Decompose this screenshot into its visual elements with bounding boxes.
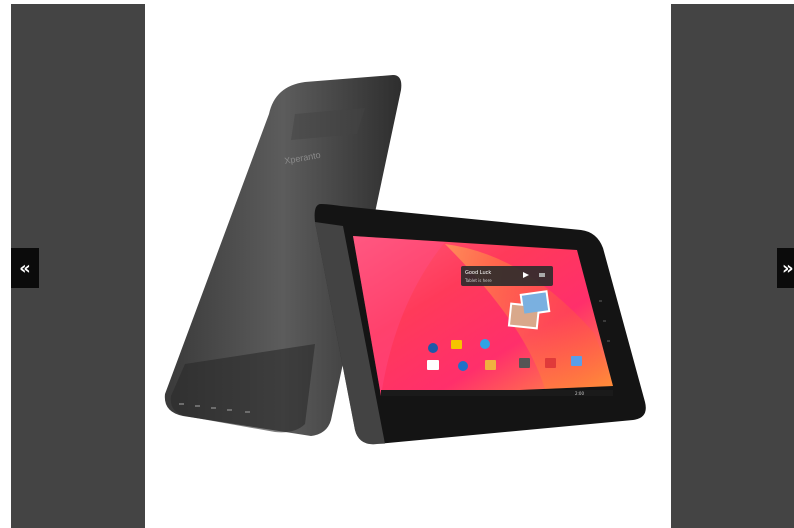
gallery-next-button[interactable]: » <box>777 248 794 288</box>
tablet-product-image: Xperanto Good Luck Tablet is here 2:00 <box>164 75 646 445</box>
tablet-front: Good Luck Tablet is here 2:00 <box>314 204 646 445</box>
screen-widget: Good Luck Tablet is here <box>461 266 553 286</box>
image-gallery: Xperanto Good Luck Tablet is here 2:00 «… <box>0 0 794 528</box>
gallery-prev-button[interactable]: « <box>11 248 39 288</box>
gallery-right-backdrop <box>671 4 794 528</box>
widget-subtitle: Tablet is here <box>464 278 492 283</box>
gallery-image-stage: Xperanto Good Luck Tablet is here 2:00 <box>145 4 671 528</box>
widget-title: Good Luck <box>465 270 491 276</box>
screen-clock: 2:00 <box>575 391 584 396</box>
screen-nav-bar: 2:00 <box>381 390 613 396</box>
